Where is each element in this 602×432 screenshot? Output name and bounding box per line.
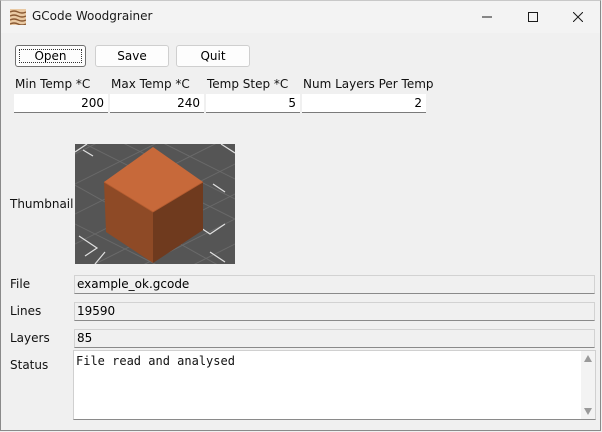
- close-button[interactable]: [555, 1, 600, 33]
- minimize-icon: [482, 16, 492, 18]
- quit-button-label: Quit: [200, 49, 226, 63]
- max-temp-label: Max Temp *C: [111, 77, 190, 91]
- layers-per-temp-input[interactable]: 2: [302, 94, 426, 113]
- status-text: File read and analysed: [76, 354, 235, 368]
- title-bar[interactable]: GCode Woodgrainer: [1, 1, 600, 33]
- quit-button[interactable]: Quit: [176, 45, 250, 67]
- status-label: Status: [10, 358, 49, 372]
- status-scrollbar[interactable]: [581, 351, 595, 419]
- open-button[interactable]: Open: [15, 45, 86, 67]
- save-button-label: Save: [117, 49, 147, 63]
- layers-label: Layers: [10, 331, 50, 345]
- thumbnail-label: Thumbnail: [10, 197, 74, 211]
- file-label: File: [10, 277, 31, 291]
- maximize-icon: [528, 12, 538, 22]
- maximize-button[interactable]: [510, 1, 556, 33]
- temp-step-label: Temp Step *C: [207, 77, 289, 91]
- max-temp-input[interactable]: 240: [110, 94, 204, 113]
- scroll-down-icon[interactable]: [584, 408, 592, 415]
- minimize-button[interactable]: [464, 1, 510, 33]
- close-icon: [573, 12, 583, 22]
- thumbnail-image: [75, 144, 235, 264]
- min-temp-label: Min Temp *C: [15, 77, 91, 91]
- min-temp-input[interactable]: 200: [14, 94, 108, 113]
- woodgrain-icon: [10, 9, 26, 25]
- status-textarea[interactable]: File read and analysed: [73, 350, 596, 420]
- window-title: GCode Woodgrainer: [32, 9, 153, 23]
- scroll-up-icon[interactable]: [584, 355, 592, 362]
- lines-label: Lines: [10, 304, 42, 318]
- open-button-label: Open: [34, 49, 67, 63]
- lines-field: 19590: [74, 302, 595, 321]
- save-button[interactable]: Save: [95, 45, 169, 67]
- layers-field: 85: [74, 329, 595, 348]
- main-window: GCode Woodgrainer Open Save Quit Min Tem…: [0, 0, 601, 431]
- file-field: example_ok.gcode: [74, 275, 595, 294]
- temp-step-input[interactable]: 5: [206, 94, 300, 113]
- layers-per-temp-label: Num Layers Per Temp: [303, 77, 434, 91]
